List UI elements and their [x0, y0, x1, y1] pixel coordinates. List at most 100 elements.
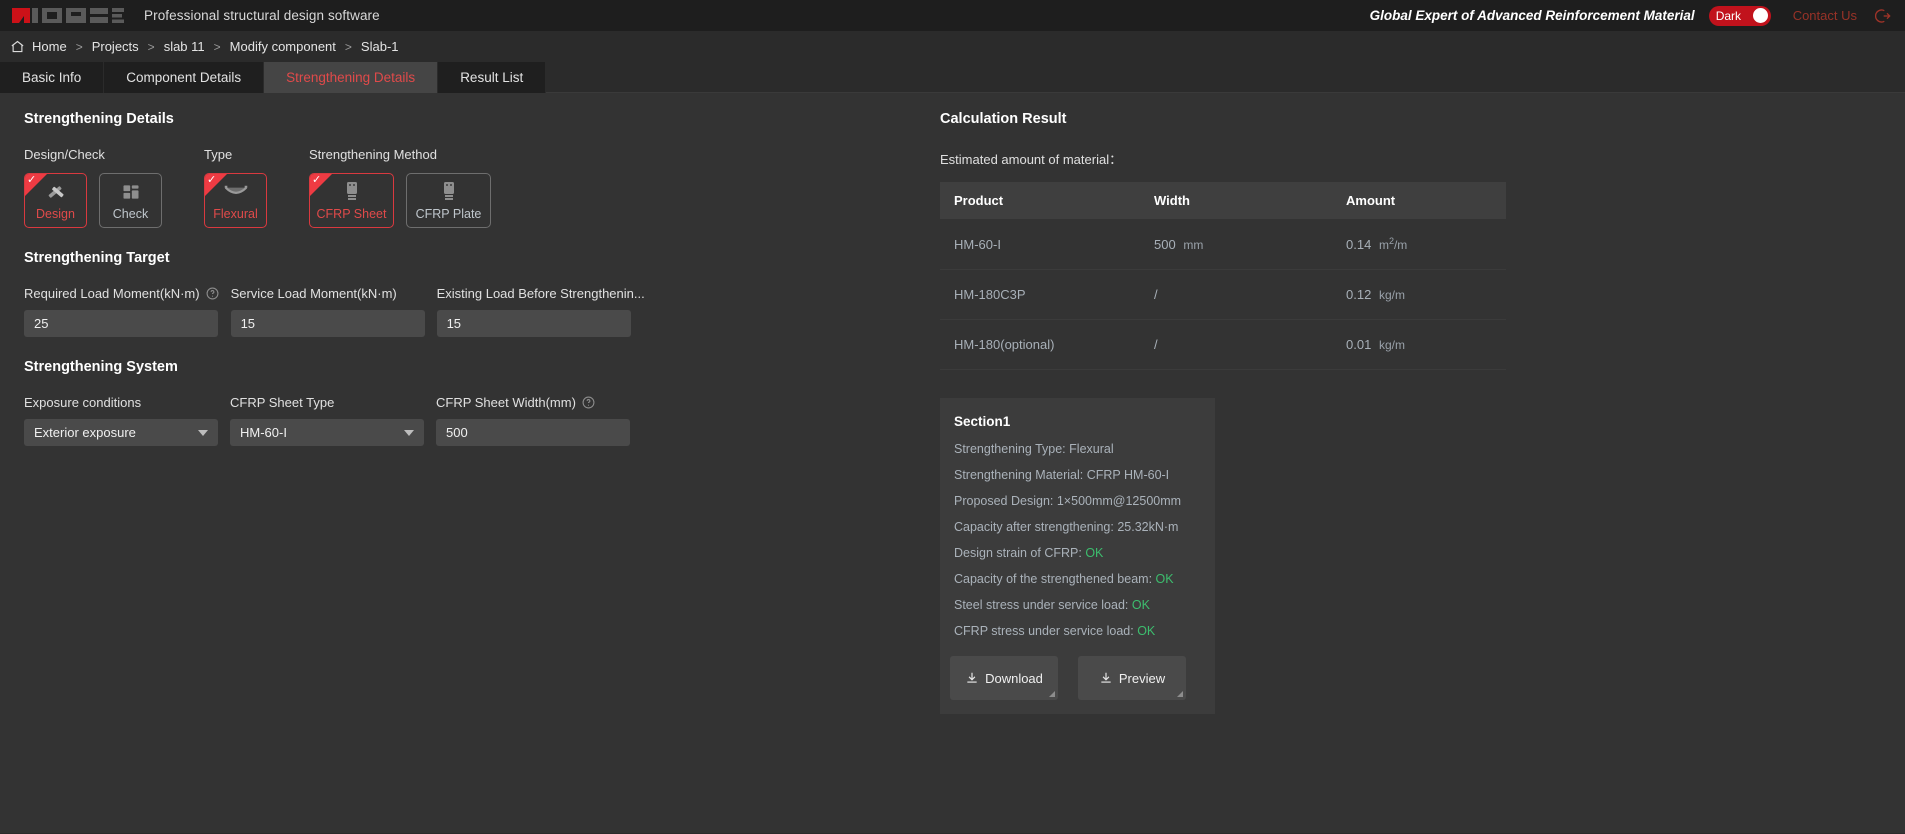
summary-row-proposed-design: Proposed Design: 1×500mm@12500mm: [954, 494, 1215, 508]
download-button-label: Download: [985, 671, 1043, 686]
home-icon[interactable]: [10, 39, 25, 54]
app-header: Professional structural design software …: [0, 0, 1905, 31]
card-check[interactable]: Check: [99, 173, 162, 228]
breadcrumb: Home > Projects > slab 11 > Modify compo…: [0, 31, 1905, 62]
method-label: Strengthening Method: [309, 147, 491, 162]
status-badge: OK: [1085, 546, 1103, 560]
table-row: HM-180(optional) / 0.01 kg/m: [940, 320, 1506, 370]
breadcrumb-item-home[interactable]: Home: [32, 39, 67, 54]
status-badge: OK: [1132, 598, 1150, 612]
section1-summary-card: Section1 Strengthening Type: Flexural St…: [940, 398, 1215, 714]
row-label: Design strain of CFRP:: [954, 546, 1082, 560]
design-check-label: Design/Check: [24, 147, 204, 162]
dark-mode-toggle[interactable]: Dark: [1709, 6, 1771, 26]
service-load-moment-label: Service Load Moment(kN·m): [231, 286, 425, 301]
status-badge: OK: [1137, 624, 1155, 638]
horse-logo[interactable]: [10, 5, 125, 27]
row-value: Flexural: [1069, 442, 1113, 456]
chevron-down-icon: [198, 430, 208, 436]
cell-width: /: [1140, 320, 1332, 370]
row-label: CFRP stress under service load:: [954, 624, 1134, 638]
exposure-conditions-value: Exterior exposure: [34, 425, 136, 440]
breadcrumb-item-modify-component[interactable]: Modify component: [230, 39, 336, 54]
cell-amount: 0.12 kg/m: [1332, 270, 1506, 320]
row-label: Proposed Design:: [954, 494, 1053, 508]
strengthening-target-title: Strengthening Target: [24, 250, 940, 266]
cfrp-sheet-width-input[interactable]: [436, 419, 630, 446]
breadcrumb-separator: >: [345, 40, 352, 54]
col-header-product: Product: [940, 182, 1140, 219]
download-button[interactable]: Download: [950, 656, 1058, 700]
summary-row-steel-stress: Steel stress under service load: OK: [954, 598, 1215, 612]
row-label: Steel stress under service load:: [954, 598, 1128, 612]
card-cfrp-plate[interactable]: CFRP Plate: [406, 173, 491, 228]
card-flexural[interactable]: ✓ Flexural: [204, 173, 267, 228]
status-badge: OK: [1156, 572, 1174, 586]
app-tagline: Professional structural design software: [144, 8, 380, 23]
service-load-moment-input[interactable]: [231, 310, 425, 337]
tab-component-details[interactable]: Component Details: [104, 62, 264, 93]
cfrp-plate-icon: [441, 180, 457, 204]
width-value: /: [1154, 287, 1158, 302]
row-label: Capacity of the strengthened beam:: [954, 572, 1152, 586]
card-cfrp-plate-label: CFRP Plate: [416, 207, 482, 221]
amount-value: 0.14: [1346, 237, 1371, 252]
strengthening-system-fields: Exposure conditions Exterior exposure CF…: [24, 395, 940, 446]
preview-button-label: Preview: [1119, 671, 1165, 686]
contact-us-link[interactable]: Contact Us: [1793, 8, 1857, 23]
tab-bar: Basic Info Component Details Strengtheni…: [0, 62, 1905, 93]
amount-value: 0.12: [1346, 287, 1371, 302]
chevron-down-icon: [404, 430, 414, 436]
tab-result-list[interactable]: Result List: [438, 62, 546, 93]
pencil-ruler-icon: [45, 180, 67, 204]
help-icon[interactable]: [206, 287, 219, 300]
card-design-label: Design: [36, 207, 75, 221]
table-row: HM-180C3P / 0.12 kg/m: [940, 270, 1506, 320]
amount-unit: kg/m: [1379, 288, 1405, 302]
calculator-icon: [121, 180, 141, 204]
cfrp-sheet-type-select[interactable]: HM-60-I: [230, 419, 424, 446]
breadcrumb-separator: >: [76, 40, 83, 54]
calculation-result-pane: Calculation Result Estimated amount of m…: [940, 93, 1905, 833]
summary-row-strengthening-material: Strengthening Material: CFRP HM-60-I: [954, 468, 1215, 482]
toggle-knob: [1753, 8, 1768, 23]
summary-row-design-strain: Design strain of CFRP: OK: [954, 546, 1215, 560]
breadcrumb-item-slab-11[interactable]: slab 11: [164, 39, 205, 54]
required-load-moment-input[interactable]: [24, 310, 218, 337]
selector-groups: Design/Check ✓ Design: [24, 147, 940, 228]
download-icon: [1099, 671, 1113, 685]
strengthening-target-fields: Required Load Moment(kN·m) Service Load …: [24, 286, 940, 337]
existing-load-before-input[interactable]: [437, 310, 631, 337]
cfrp-sheet-type-field: CFRP Sheet Type HM-60-I: [230, 395, 424, 446]
table-header-row: Product Width Amount: [940, 182, 1506, 219]
card-design[interactable]: ✓ Design: [24, 173, 87, 228]
tab-basic-info[interactable]: Basic Info: [0, 62, 104, 93]
cell-product: HM-180(optional): [940, 320, 1140, 370]
col-header-amount: Amount: [1332, 182, 1506, 219]
type-label: Type: [204, 147, 309, 162]
check-icon: ✓: [312, 175, 321, 186]
design-check-group: Design/Check ✓ Design: [24, 147, 204, 228]
card-cfrp-sheet[interactable]: ✓ CFRP Sheet: [309, 173, 394, 228]
strengthening-details-pane: Strengthening Details Design/Check ✓: [0, 93, 940, 833]
label-text: CFRP Sheet Width(mm): [436, 395, 576, 410]
help-icon[interactable]: [582, 396, 595, 409]
card-check-label: Check: [113, 207, 148, 221]
service-load-moment-field: Service Load Moment(kN·m): [231, 286, 425, 337]
estimated-material-label: Estimated amount of material：: [940, 149, 1905, 168]
cfrp-sheet-type-label: CFRP Sheet Type: [230, 395, 424, 410]
logout-icon[interactable]: [1875, 8, 1891, 24]
existing-load-before-label: Existing Load Before Strengthenin...: [437, 286, 645, 301]
row-label: Capacity after strengthening:: [954, 520, 1114, 534]
breadcrumb-item-slab-1[interactable]: Slab-1: [361, 39, 399, 54]
exposure-conditions-select[interactable]: Exterior exposure: [24, 419, 218, 446]
row-value: 25.32kN·m: [1117, 520, 1178, 534]
breadcrumb-item-projects[interactable]: Projects: [92, 39, 139, 54]
cfrp-sheet-width-field: CFRP Sheet Width(mm): [436, 395, 630, 446]
preview-button[interactable]: Preview: [1078, 656, 1186, 700]
row-label: Strengthening Type:: [954, 442, 1066, 456]
method-group: Strengthening Method ✓ CFRP Sheet: [309, 147, 491, 228]
tab-strengthening-details[interactable]: Strengthening Details: [264, 62, 438, 93]
calculation-result-title: Calculation Result: [940, 111, 1905, 127]
main-content: Strengthening Details Design/Check ✓: [0, 93, 1905, 833]
